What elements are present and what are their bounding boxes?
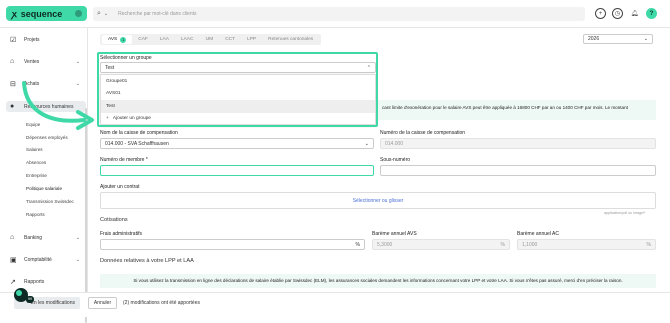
cancel-button[interactable]: Annuler — [88, 297, 117, 309]
callout-arrow-icon — [22, 81, 94, 130]
save-label: les modifications — [38, 300, 75, 306]
chat-assistant-icon[interactable]: 99 — [12, 286, 34, 306]
chat-badge: 99 — [26, 296, 34, 303]
modifications-status: (2) modifications ont été apportées — [123, 300, 200, 306]
